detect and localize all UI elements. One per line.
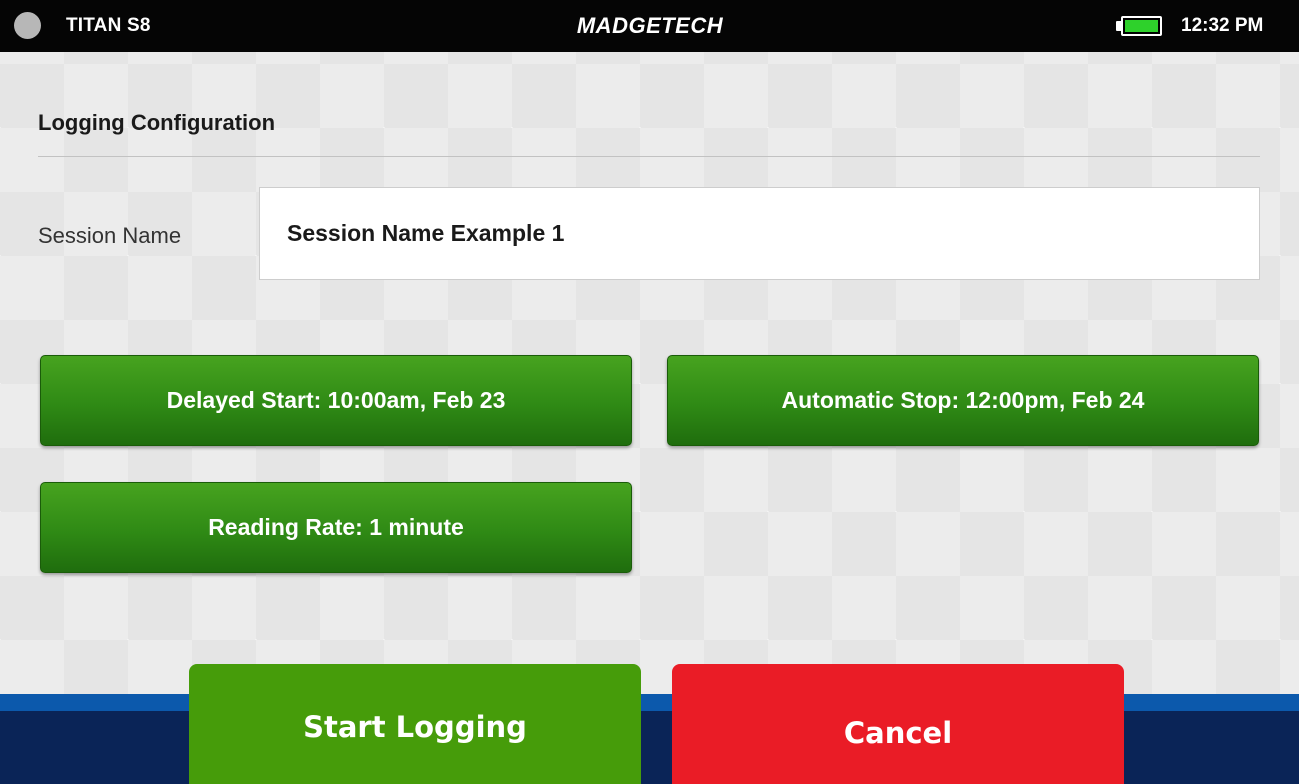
session-name-label: Session Name — [38, 223, 182, 248]
start-logging-button[interactable]: Start Logging — [189, 664, 641, 784]
battery-icon — [1121, 16, 1162, 36]
status-bar: TITAN S8 MADGETECH 12:32 PM — [0, 0, 1299, 52]
status-dot-icon — [14, 12, 41, 39]
session-name-input[interactable] — [259, 187, 1260, 280]
reading-rate-button[interactable]: Reading Rate: 1 minute — [40, 482, 632, 573]
battery-level — [1125, 20, 1158, 32]
brand-logo: MADGETECH — [576, 13, 724, 38]
page-title: Logging Configuration — [38, 110, 276, 135]
divider — [38, 156, 1260, 157]
delayed-start-button[interactable]: Delayed Start: 10:00am, Feb 23 — [40, 355, 632, 446]
clock: 12:32 PM — [1181, 15, 1264, 36]
automatic-stop-button[interactable]: Automatic Stop: 12:00pm, Feb 24 — [667, 355, 1259, 446]
cancel-button[interactable]: Cancel — [672, 664, 1124, 784]
device-name: TITAN S8 — [66, 15, 151, 36]
